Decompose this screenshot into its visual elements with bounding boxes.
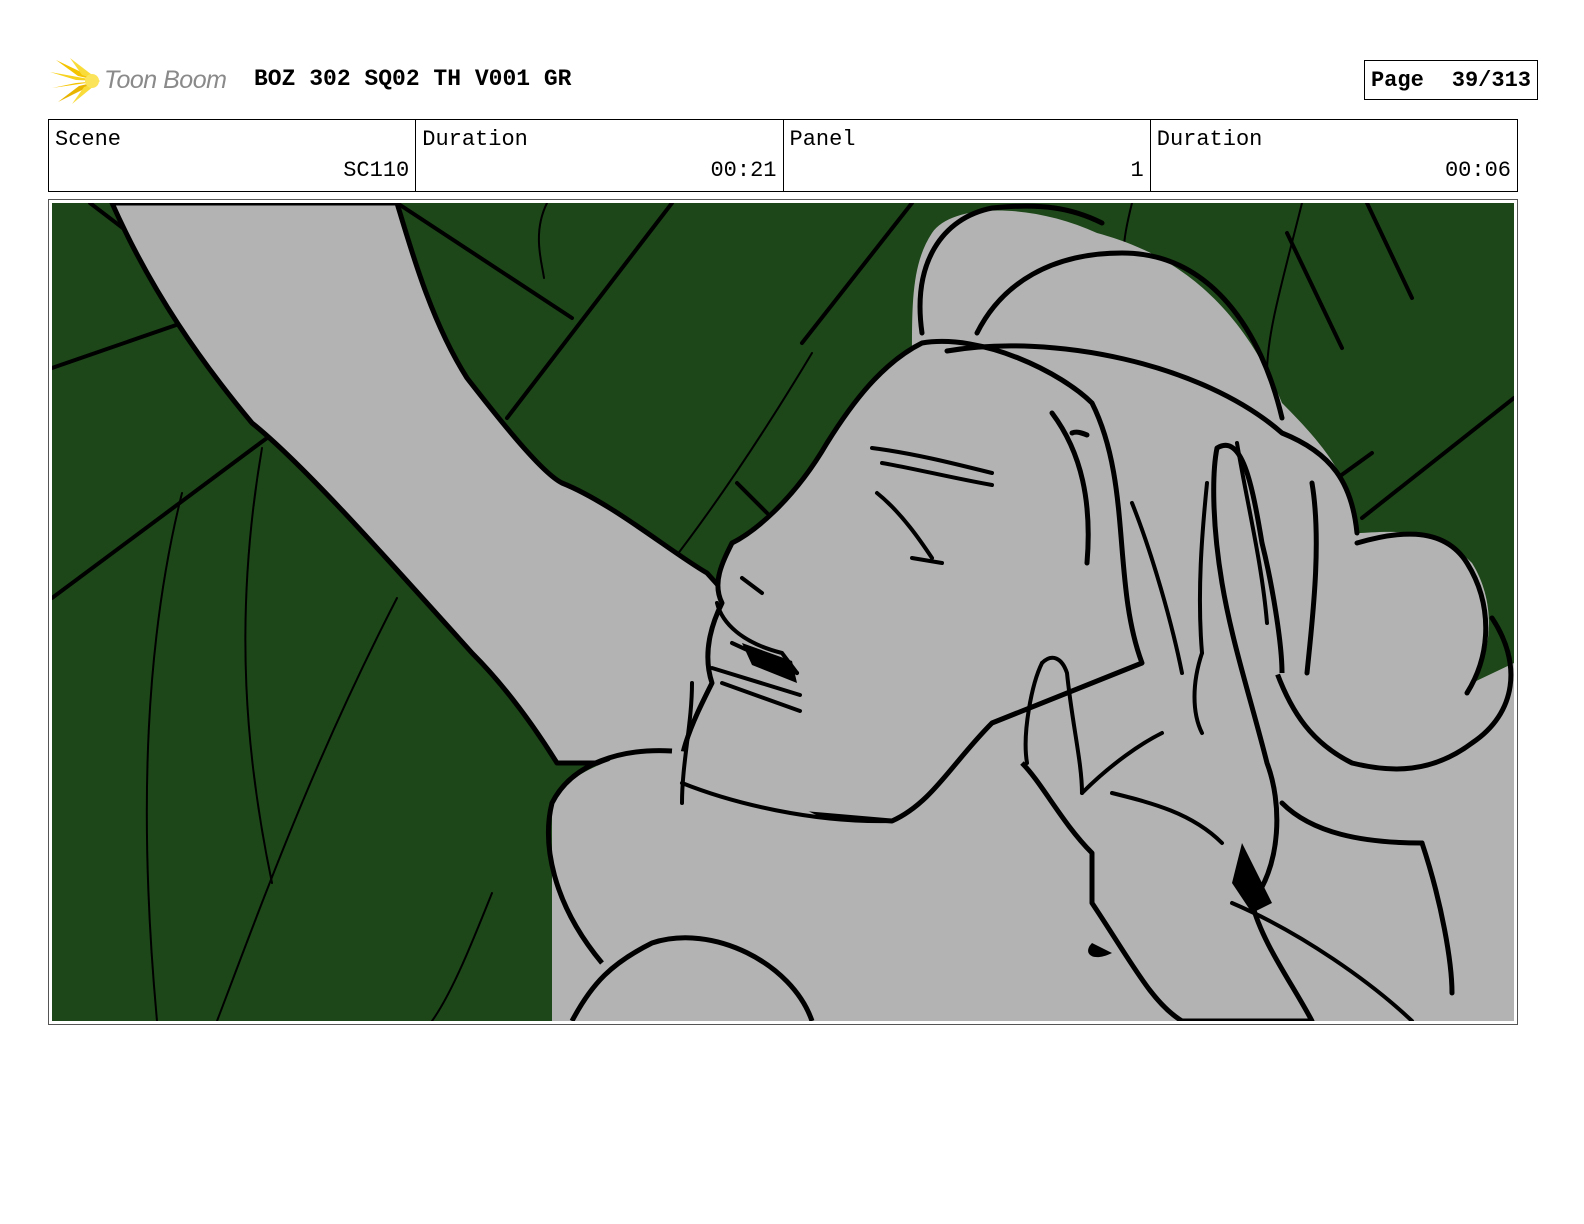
page-number: 39/313 (1451, 67, 1531, 93)
panel-value: 1 (1130, 158, 1144, 183)
document-title: BOZ 302 SQ02 TH V001 GR (254, 66, 572, 92)
panel-label: Panel (789, 127, 856, 152)
storyboard-panel-image (52, 203, 1514, 1021)
scene-duration-cell: Duration 00:21 (416, 120, 784, 191)
scene-duration-label: Duration (422, 127, 528, 152)
scene-value: SC110 (343, 158, 410, 183)
panel-duration-label: Duration (1156, 127, 1263, 152)
scene-cell: Scene SC110 (49, 120, 417, 191)
toon-boom-logo: Toon Boom (48, 56, 248, 106)
scene-info-table: Scene SC110 Duration 00:21 Panel 1 Durat… (48, 119, 1518, 192)
page-label: Page (1370, 67, 1424, 93)
logo-text: Toon Boom (104, 66, 227, 94)
scene-label: Scene (55, 127, 122, 152)
scene-duration-value: 00:21 (710, 158, 777, 183)
storyboard-header: Toon Boom BOZ 302 SQ02 TH V001 GR Page 3… (48, 56, 1538, 106)
panel-duration-cell: Duration 00:06 (1151, 120, 1517, 191)
panel-drawing (52, 203, 1514, 1021)
panel-cell: Panel 1 (784, 120, 1151, 191)
panel-duration-value: 00:06 (1444, 158, 1511, 183)
sunburst-icon (50, 58, 100, 104)
page-indicator: Page 39/313 (1363, 60, 1538, 100)
